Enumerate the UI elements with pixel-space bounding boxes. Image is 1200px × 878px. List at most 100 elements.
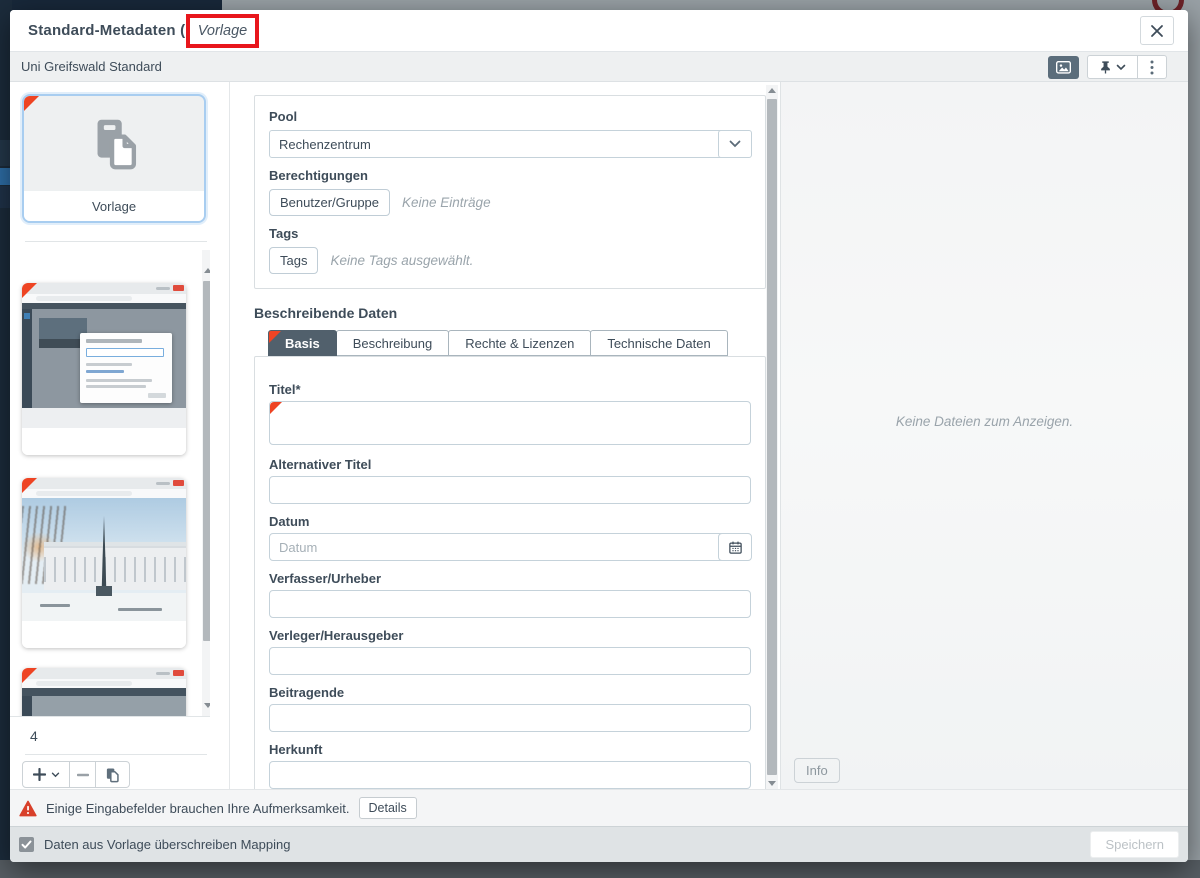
template-card-label: Vorlage [24, 190, 204, 221]
attention-corner-marker [270, 402, 282, 414]
datepicker-button[interactable] [718, 533, 752, 561]
field-label-alternativer-titel: Alternativer Titel [269, 457, 751, 472]
validation-warning-bar: Einige Eingabefelder brauchen Ihre Aufme… [10, 789, 1188, 826]
thumbnail-screenshot-gallery[interactable] [22, 668, 186, 716]
metadata-profile-name: Uni Greifswald Standard [21, 59, 162, 74]
divider [10, 716, 210, 717]
field-label-titel: Titel* [269, 382, 751, 397]
field-label-verleger: Verleger/Herausgeber [269, 628, 751, 643]
dialog-footer: Daten aus Vorlage überschreiben Mapping … [10, 826, 1188, 862]
template-copy-icon [83, 113, 145, 175]
save-button[interactable]: Speichern [1090, 831, 1179, 858]
add-file-button[interactable] [22, 761, 70, 788]
check-icon [20, 838, 33, 851]
winter-photo [22, 498, 186, 621]
alternativer-titel-input[interactable] [269, 476, 751, 504]
pin-split-button[interactable] [1088, 56, 1138, 78]
background-bottom-bar [0, 860, 1200, 878]
divider [25, 241, 207, 242]
plus-icon [33, 768, 46, 781]
copy-icon [105, 767, 120, 783]
field-label-datum: Datum [269, 514, 751, 529]
verfasser-urheber-input[interactable] [269, 590, 751, 618]
preview-panel: Keine Dateien zum Anzeigen. Info [780, 82, 1188, 789]
browser-chrome [22, 668, 186, 679]
attention-corner-marker [22, 283, 37, 298]
scrollbar-thumb[interactable] [767, 99, 777, 775]
info-button[interactable]: Info [794, 758, 840, 783]
pool-permissions-tags-box: Pool Rechenzentrum Berechtigungen Benutz… [254, 95, 766, 289]
preview-empty-message: Keine Dateien zum Anzeigen. [781, 414, 1188, 429]
browser-chrome [22, 283, 186, 294]
scroll-up-icon[interactable] [204, 268, 210, 273]
field-label-beitragende: Beitragende [269, 685, 751, 700]
herkunft-input[interactable] [269, 761, 751, 789]
pool-select[interactable]: Rechenzentrum [269, 130, 751, 158]
field-label-herkunft: Herkunft [269, 742, 751, 757]
close-button[interactable] [1140, 16, 1174, 45]
calendar-icon [728, 540, 743, 555]
warning-icon [19, 800, 37, 817]
pool-label: Pool [269, 109, 751, 124]
pool-select-value[interactable]: Rechenzentrum [269, 130, 751, 158]
thumbnail-list [10, 250, 210, 716]
minus-icon [77, 773, 89, 777]
screenshot-content [22, 696, 186, 716]
file-list-sidebar: Vorlage [10, 82, 230, 790]
preview-toggle-button[interactable] [1048, 56, 1079, 79]
annotation-highlight-box: Vorlage [186, 14, 259, 48]
metadata-dialog: Standard-Metadaten (DC Vorlage Uni Greif… [10, 10, 1188, 862]
scrollbar-thumb[interactable] [203, 281, 210, 641]
attention-corner-marker [22, 668, 37, 683]
screen: Standard-Metadaten (DC Vorlage Uni Greif… [0, 0, 1200, 878]
descriptive-tabs: Basis Beschreibung Rechte & Lizenzen Tec… [269, 330, 766, 356]
list-actions [22, 761, 130, 788]
tab-technische-daten[interactable]: Technische Daten [590, 330, 727, 356]
form-scrollbar[interactable] [766, 85, 778, 789]
beitragende-input[interactable] [269, 704, 751, 732]
pool-select-toggle[interactable] [718, 130, 752, 158]
thumbnail-screenshot-dialog[interactable] [22, 283, 186, 455]
overwrite-mapping-checkbox[interactable] [19, 837, 34, 852]
tags-empty-hint: Keine Tags ausgewählt. [330, 253, 473, 268]
browser-addressbar [22, 294, 186, 303]
more-options-button[interactable] [1138, 56, 1166, 78]
scroll-up-icon[interactable] [768, 88, 776, 93]
tab-basis[interactable]: Basis [268, 330, 337, 356]
add-user-group-button[interactable]: Benutzer/Gruppe [269, 189, 390, 216]
dialog-title-variant: Vorlage [198, 23, 247, 39]
attention-corner-marker [24, 96, 39, 111]
tab-rechte-lizenzen[interactable]: Rechte & Lizenzen [448, 330, 591, 356]
file-count: 4 [30, 728, 38, 744]
pin-icon [1099, 60, 1112, 74]
thumbnail-list-scrollbar[interactable] [202, 250, 210, 716]
browser-addressbar [22, 489, 186, 498]
basis-fields-panel: Titel* Alternativer Titel Datum [254, 356, 766, 789]
scroll-down-icon[interactable] [204, 703, 210, 708]
toolbar-button-group [1087, 55, 1167, 79]
tab-beschreibung[interactable]: Beschreibung [336, 330, 450, 356]
attention-corner-marker [22, 478, 37, 493]
remove-file-button[interactable] [70, 761, 96, 788]
metadata-form: Pool Rechenzentrum Berechtigungen Benutz… [244, 82, 766, 789]
template-card[interactable]: Vorlage [22, 94, 206, 223]
add-tags-button[interactable]: Tags [269, 247, 318, 274]
thumbnail-campus-winter-photo[interactable] [22, 478, 186, 648]
attention-corner-marker [269, 331, 281, 343]
duplicate-file-button[interactable] [96, 761, 130, 788]
verleger-herausgeber-input[interactable] [269, 647, 751, 675]
permissions-label: Berechtigungen [269, 168, 751, 183]
overwrite-mapping-label: Daten aus Vorlage überschreiben Mapping [44, 837, 290, 852]
titel-input[interactable] [269, 401, 751, 445]
field-label-verfasser: Verfasser/Urheber [269, 571, 751, 586]
browser-addressbar [22, 679, 186, 688]
chevron-down-icon [1116, 64, 1126, 71]
scroll-down-icon[interactable] [768, 781, 776, 786]
template-icon-wrap [24, 96, 204, 192]
chevron-down-icon [729, 140, 741, 148]
screenshot-content [22, 303, 186, 408]
descriptive-data-heading: Beschreibende Daten [254, 305, 766, 321]
tags-label: Tags [269, 226, 751, 241]
details-button[interactable]: Details [359, 797, 417, 819]
datum-input[interactable] [269, 533, 751, 561]
